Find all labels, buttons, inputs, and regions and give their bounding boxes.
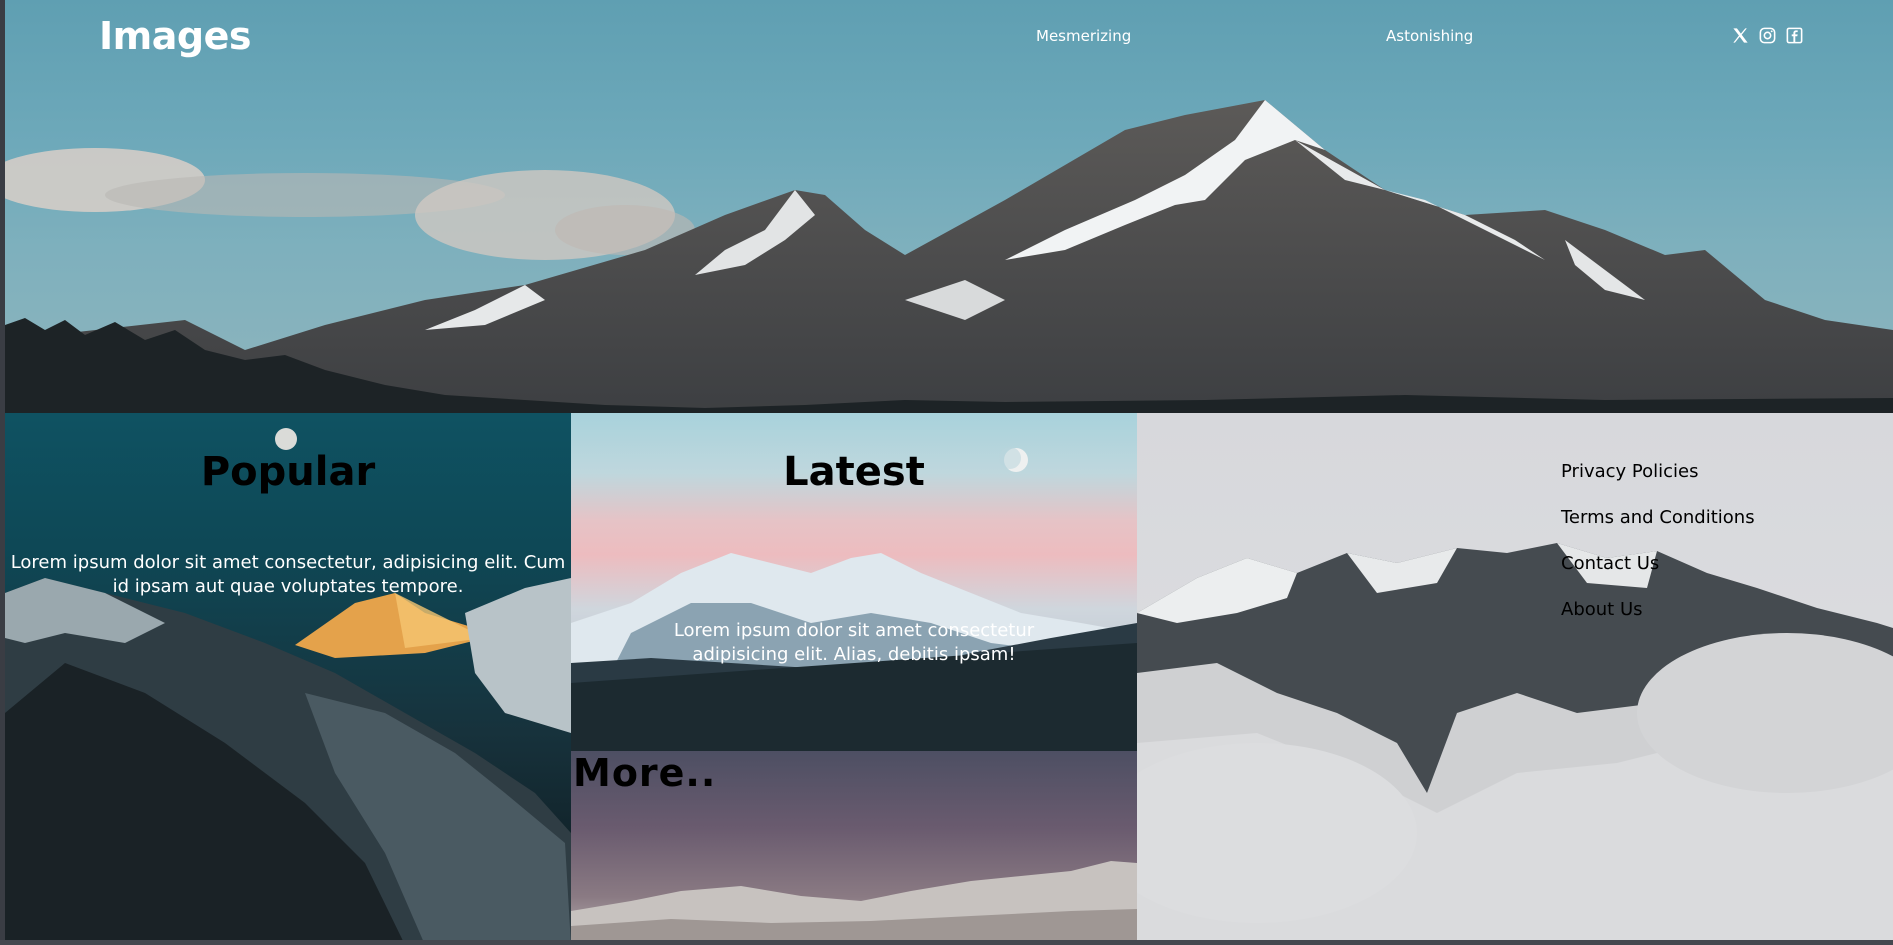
social-links	[1731, 26, 1804, 45]
popular-section: Popular Lorem ipsum dolor sit amet conse…	[5, 413, 571, 945]
latest-description: Lorem ipsum dolor sit amet consectetur a…	[673, 620, 1035, 665]
instagram-icon[interactable]	[1758, 26, 1777, 45]
more-section: More..	[571, 751, 1137, 945]
facebook-icon[interactable]	[1785, 26, 1804, 45]
more-title[interactable]: More..	[573, 751, 716, 795]
contact-us-link[interactable]: Contact Us	[1561, 553, 1755, 577]
nav-link-mesmerizing[interactable]: Mesmerizing	[1036, 27, 1131, 45]
popular-title: Popular	[200, 449, 376, 495]
terms-and-conditions-link[interactable]: Terms and Conditions	[1561, 507, 1755, 531]
privacy-policies-link[interactable]: Privacy Policies	[1561, 461, 1755, 485]
page: Images Mesmerizing Astonishing Popular L…	[5, 0, 1893, 945]
hero-header: Images Mesmerizing Astonishing	[5, 0, 1893, 413]
popular-description: Lorem ipsum dolor sit amet consectetur, …	[10, 552, 566, 597]
latest-title: Latest	[783, 449, 925, 495]
about-us-link[interactable]: About Us	[1561, 599, 1755, 623]
site-logo[interactable]: Images	[99, 14, 251, 58]
latest-section: Latest Lorem ipsum dolor sit amet consec…	[571, 413, 1137, 751]
window-bottom-edge	[0, 940, 1893, 945]
footer-links-section: Privacy Policies Terms and Conditions Co…	[1137, 413, 1893, 945]
hero-mountain-image	[5, 100, 1893, 413]
x-twitter-icon[interactable]	[1731, 26, 1750, 45]
nav-link-astonishing[interactable]: Astonishing	[1386, 27, 1473, 45]
misty-mountain-image	[1137, 543, 1893, 945]
footer-nav: Privacy Policies Terms and Conditions Co…	[1561, 461, 1755, 645]
